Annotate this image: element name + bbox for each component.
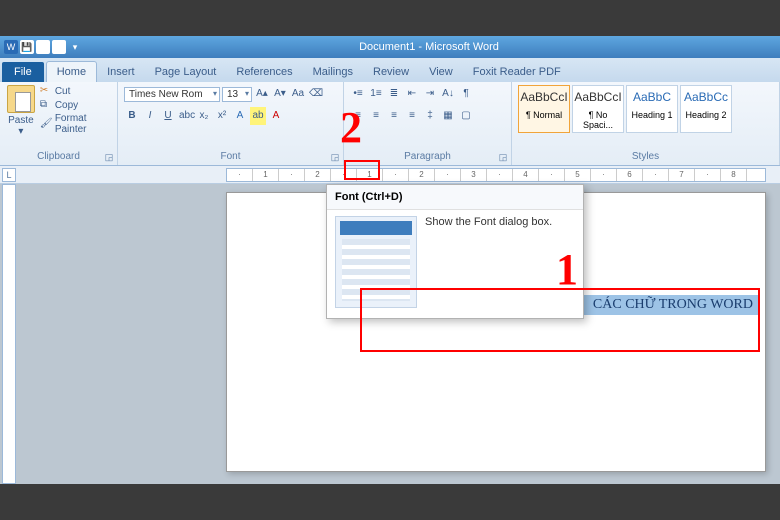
- clipboard-launcher[interactable]: ◲: [103, 151, 115, 163]
- tab-review[interactable]: Review: [363, 62, 419, 82]
- align-center-button[interactable]: ≡: [368, 107, 384, 125]
- style-item[interactable]: AaBbCcHeading 2: [680, 85, 732, 133]
- copy-icon: ⧉: [40, 99, 52, 111]
- save-icon[interactable]: 💾: [20, 40, 34, 54]
- scissors-icon: ✂: [40, 85, 52, 97]
- group-label-styles: Styles: [518, 149, 773, 164]
- numbering-button[interactable]: 1≡: [368, 85, 384, 103]
- tab-view[interactable]: View: [419, 62, 463, 82]
- paste-icon: [7, 85, 35, 113]
- title-bar: W 💾 ↶ ↷ ▾ Document1 - Microsoft Word: [0, 36, 780, 58]
- bullets-button[interactable]: •≡: [350, 85, 366, 103]
- font-name-combo[interactable]: Times New Rom: [124, 87, 220, 102]
- shading-button[interactable]: ▦: [440, 107, 456, 125]
- style-item[interactable]: AaBbCHeading 1: [626, 85, 678, 133]
- highlight-button[interactable]: ab: [250, 107, 266, 125]
- word-icon[interactable]: W: [4, 40, 18, 54]
- qat-more-icon[interactable]: ▾: [68, 40, 82, 54]
- ribbon: Paste ▾ ✂Cut ⧉Copy 🖌Format Painter Clipb…: [0, 82, 780, 166]
- redo-icon[interactable]: ↷: [52, 40, 66, 54]
- show-marks-button[interactable]: ¶: [458, 85, 474, 103]
- group-label-clipboard: Clipboard: [6, 149, 111, 164]
- ribbon-tabs: File Home Insert Page Layout References …: [0, 58, 780, 82]
- tab-foxit[interactable]: Foxit Reader PDF: [463, 62, 571, 82]
- tooltip-text: Show the Font dialog box.: [425, 216, 552, 228]
- shrink-font-button[interactable]: A▾: [272, 85, 288, 103]
- font-size-combo[interactable]: 13: [222, 87, 252, 102]
- italic-button[interactable]: I: [142, 107, 158, 125]
- multilevel-button[interactable]: ≣: [386, 85, 402, 103]
- style-item[interactable]: AaBbCcI¶ Normal: [518, 85, 570, 133]
- cut-button[interactable]: ✂Cut: [40, 85, 111, 97]
- styles-gallery[interactable]: AaBbCcI¶ NormalAaBbCcI¶ No Spaci...AaBbC…: [518, 85, 773, 133]
- format-painter-button[interactable]: 🖌Format Painter: [40, 113, 111, 135]
- subscript-button[interactable]: x₂: [196, 107, 212, 125]
- paragraph-launcher[interactable]: ◲: [497, 151, 509, 163]
- annotation-box-1: [360, 288, 760, 352]
- grow-font-button[interactable]: A▴: [254, 85, 270, 103]
- clear-formatting-button[interactable]: ⌫: [308, 85, 324, 103]
- tab-home[interactable]: Home: [46, 61, 97, 82]
- font-color-button[interactable]: A: [268, 107, 284, 125]
- ruler-area: L ·1·2·1·2·3·4·5·6·7·8: [0, 166, 780, 184]
- strikethrough-button[interactable]: abc: [178, 107, 194, 125]
- superscript-button[interactable]: x²: [214, 107, 230, 125]
- bold-button[interactable]: B: [124, 107, 140, 125]
- change-case-button[interactable]: Aa: [290, 85, 306, 103]
- tab-file[interactable]: File: [2, 62, 44, 82]
- text-effects-button[interactable]: A: [232, 107, 248, 125]
- annotation-2: 2: [340, 102, 362, 153]
- tab-selector[interactable]: L: [2, 168, 16, 182]
- undo-icon[interactable]: ↶: [36, 40, 50, 54]
- tab-mailings[interactable]: Mailings: [303, 62, 363, 82]
- tooltip-title: Font (Ctrl+D): [327, 185, 583, 210]
- tab-page-layout[interactable]: Page Layout: [145, 62, 227, 82]
- tab-references[interactable]: References: [226, 62, 302, 82]
- increase-indent-button[interactable]: ⇥: [422, 85, 438, 103]
- brush-icon: 🖌: [40, 118, 52, 130]
- underline-button[interactable]: U: [160, 107, 176, 125]
- vertical-ruler[interactable]: [2, 184, 16, 484]
- tab-insert[interactable]: Insert: [97, 62, 145, 82]
- paste-button[interactable]: Paste ▾: [6, 85, 36, 137]
- horizontal-ruler[interactable]: ·1·2·1·2·3·4·5·6·7·8: [226, 168, 766, 182]
- justify-button[interactable]: ≡: [404, 107, 420, 125]
- window-title: Document1 - Microsoft Word: [82, 41, 776, 53]
- style-item[interactable]: AaBbCcI¶ No Spaci...: [572, 85, 624, 133]
- decrease-indent-button[interactable]: ⇤: [404, 85, 420, 103]
- borders-button[interactable]: ▢: [458, 107, 474, 125]
- copy-button[interactable]: ⧉Copy: [40, 99, 111, 111]
- group-label-font: Font: [124, 149, 337, 164]
- sort-button[interactable]: A↓: [440, 85, 456, 103]
- annotation-box-2: [344, 160, 380, 180]
- align-right-button[interactable]: ≡: [386, 107, 402, 125]
- line-spacing-button[interactable]: ‡: [422, 107, 438, 125]
- annotation-1: 1: [556, 244, 578, 295]
